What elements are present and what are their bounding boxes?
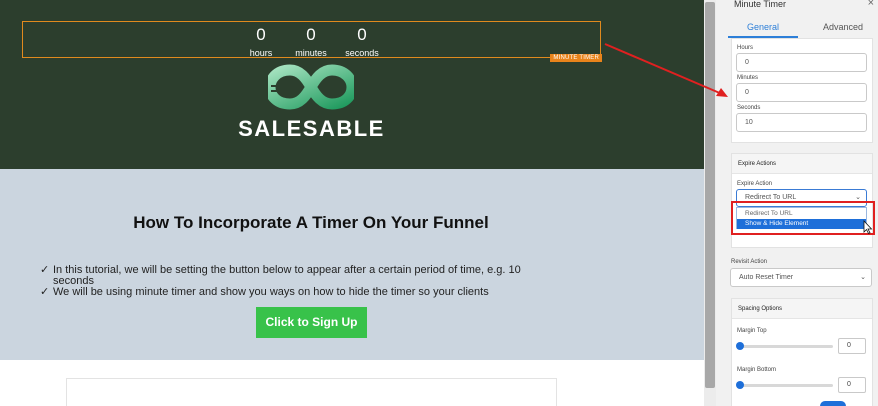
margin-top-input[interactable]: 0: [838, 338, 866, 354]
brand-name: SALESABLE: [238, 116, 385, 141]
page-canvas: 0 hours 0 minutes 0 seconds MINUTE TIMER: [0, 0, 704, 406]
seconds-input[interactable]: 10: [736, 113, 867, 132]
annotation-highlight-box: [731, 201, 875, 235]
close-icon[interactable]: ×: [868, 0, 874, 9]
hours-input[interactable]: 0: [736, 53, 867, 72]
empty-container[interactable]: [66, 378, 557, 406]
margin-top-label: Margin Top: [737, 328, 767, 334]
minutes-field-label: Minutes: [737, 75, 759, 81]
margin-bottom-label: Margin Bottom: [737, 367, 777, 373]
minute-timer-tag[interactable]: MINUTE TIMER: [550, 54, 602, 62]
margin-top-slider-handle[interactable]: [736, 342, 744, 350]
timer-minutes-value: 0: [306, 25, 316, 44]
infinity-logo-icon: [268, 64, 354, 110]
timer-seconds-value: 0: [357, 25, 367, 44]
time-fields-card: Hours 0 Minutes 0 Seconds 10: [731, 38, 873, 143]
bullet-text: We will be using minute timer and show y…: [53, 286, 489, 298]
timer-hours-value: 0: [256, 25, 266, 44]
timer-seconds-label: seconds: [345, 48, 379, 58]
page-headline: How To Incorporate A Timer On Your Funne…: [133, 213, 489, 232]
tab-general[interactable]: General: [728, 18, 798, 38]
timer-minutes: 0 minutes: [291, 25, 331, 59]
timer-hours: 0 hours: [241, 25, 281, 59]
blank-section[interactable]: [0, 360, 704, 406]
list-item: ✓ In this tutorial, we will be setting t…: [40, 265, 560, 287]
sign-up-button[interactable]: Click to Sign Up: [256, 307, 367, 338]
hero-section[interactable]: 0 hours 0 minutes 0 seconds MINUTE TIMER: [0, 0, 704, 169]
bullet-list: ✓ In this tutorial, we will be setting t…: [40, 265, 560, 298]
margin-bottom-slider[interactable]: [738, 384, 833, 387]
spacing-options-heading: Spacing Options: [732, 299, 872, 319]
timer-minutes-label: minutes: [295, 48, 327, 58]
timer-hours-label: hours: [249, 48, 273, 58]
list-item: ✓ We will be using minute timer and show…: [40, 287, 560, 298]
minute-timer-widget[interactable]: 0 hours 0 minutes 0 seconds MINUTE TIMER: [22, 21, 602, 62]
panel-tabs: General Advanced: [728, 18, 878, 38]
canvas-scrollbar-thumb[interactable]: [705, 2, 715, 388]
bullet-text: In this tutorial, we will be setting the…: [53, 264, 521, 287]
revisit-action-value: Auto Reset Timer: [739, 274, 794, 281]
hours-field-label: Hours: [737, 45, 754, 51]
expire-action-label: Expire Action: [737, 181, 773, 187]
check-icon: ✓: [40, 264, 50, 276]
content-section[interactable]: How To Incorporate A Timer On Your Funne…: [0, 169, 704, 360]
seconds-field-label: Seconds: [737, 105, 761, 111]
toggle-switch[interactable]: [820, 401, 846, 406]
margin-bottom-input[interactable]: 0: [838, 377, 866, 393]
minutes-input[interactable]: 0: [736, 83, 867, 102]
margin-top-slider[interactable]: [738, 345, 833, 348]
timer-seconds: 0 seconds: [342, 25, 382, 59]
revisit-action-select[interactable]: Auto Reset Timer ⌄: [730, 268, 872, 287]
tab-advanced[interactable]: Advanced: [808, 18, 878, 36]
panel-title: Minute Timer: [734, 0, 787, 9]
expire-actions-heading: Expire Actions: [732, 154, 872, 174]
check-icon: ✓: [40, 286, 50, 298]
app-root: 0 hours 0 minutes 0 seconds MINUTE TIMER: [0, 0, 878, 406]
expire-action-value: Redirect To URL: [745, 194, 797, 201]
margin-bottom-slider-handle[interactable]: [736, 381, 744, 389]
revisit-action-label: Revisit Action: [731, 259, 768, 265]
chevron-down-icon: ⌄: [860, 274, 866, 281]
